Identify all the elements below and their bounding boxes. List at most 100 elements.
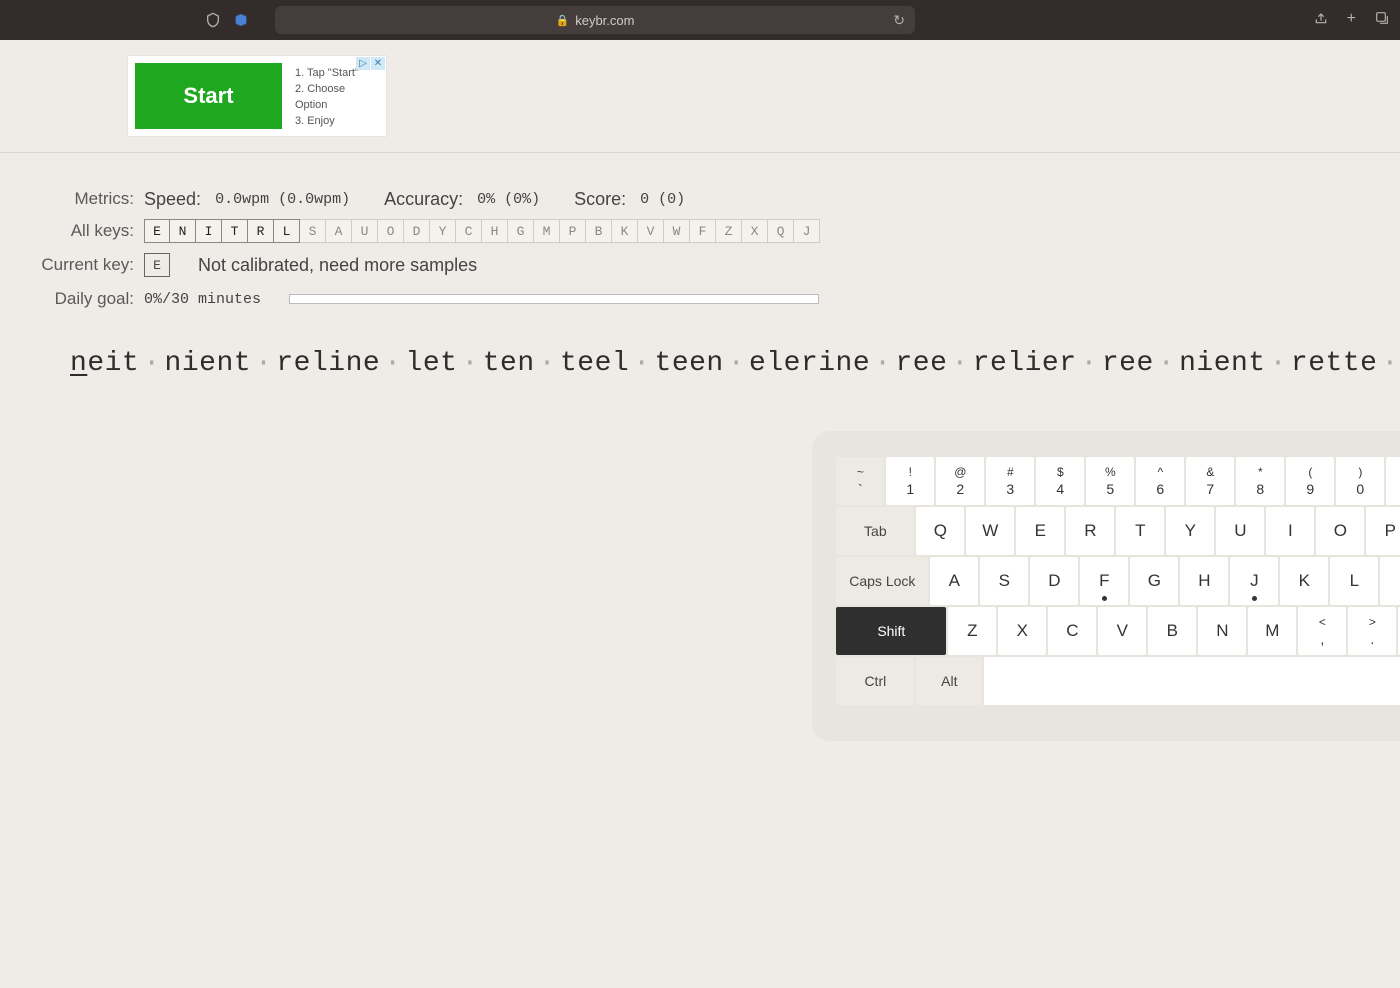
- key-indicator-h[interactable]: H: [482, 219, 508, 243]
- key-left-alt[interactable]: Alt: [916, 657, 982, 705]
- speed-value: 0.0wpm (0.0wpm): [215, 191, 350, 208]
- key-;[interactable]: :;: [1380, 557, 1400, 605]
- key-indicator-w[interactable]: W: [664, 219, 690, 243]
- ad-start-button[interactable]: Start: [135, 63, 282, 129]
- key-tab[interactable]: Tab: [836, 507, 914, 555]
- ad-box[interactable]: Start 1. Tap "Start" 2. Choose Option 3.…: [128, 56, 386, 136]
- key-1[interactable]: !1: [886, 457, 934, 505]
- browser-toolbar: 🔒 keybr.com ↻ +: [0, 0, 1400, 40]
- key-6[interactable]: ^6: [1136, 457, 1184, 505]
- new-tab-icon[interactable]: +: [1347, 10, 1356, 31]
- key-m[interactable]: M: [1248, 607, 1296, 655]
- key-7[interactable]: &7: [1186, 457, 1234, 505]
- key-x[interactable]: X: [998, 607, 1046, 655]
- key-t[interactable]: T: [1116, 507, 1164, 555]
- key-indicator-r[interactable]: R: [248, 219, 274, 243]
- key-indicator-v[interactable]: V: [638, 219, 664, 243]
- key-2[interactable]: @2: [936, 457, 984, 505]
- key-indicator-s[interactable]: S: [300, 219, 326, 243]
- url-bar[interactable]: 🔒 keybr.com ↻: [275, 6, 915, 34]
- key-4[interactable]: $4: [1036, 457, 1084, 505]
- key-z[interactable]: Z: [948, 607, 996, 655]
- key-.[interactable]: >.: [1348, 607, 1396, 655]
- key-indicator-i[interactable]: I: [196, 219, 222, 243]
- key-5[interactable]: %5: [1086, 457, 1134, 505]
- key-backtick[interactable]: ~`: [836, 457, 884, 505]
- accuracy-label: Accuracy:: [384, 189, 463, 210]
- key-indicator-n[interactable]: N: [170, 219, 196, 243]
- key-3[interactable]: #3: [986, 457, 1034, 505]
- key-g[interactable]: G: [1130, 557, 1178, 605]
- key-indicator-c[interactable]: C: [456, 219, 482, 243]
- key-indicator-l[interactable]: L: [274, 219, 300, 243]
- lock-icon: 🔒: [556, 14, 570, 27]
- key-indicator-x[interactable]: X: [742, 219, 768, 243]
- key-p[interactable]: P: [1366, 507, 1400, 555]
- key-h[interactable]: H: [1180, 557, 1228, 605]
- privacy-shield-icon[interactable]: [205, 12, 221, 28]
- accuracy-value: 0% (0%): [477, 191, 540, 208]
- key-l[interactable]: L: [1330, 557, 1378, 605]
- key-8[interactable]: *8: [1236, 457, 1284, 505]
- key-q[interactable]: Q: [916, 507, 964, 555]
- key-space[interactable]: [984, 657, 1400, 705]
- key-r[interactable]: R: [1066, 507, 1114, 555]
- key-s[interactable]: S: [980, 557, 1028, 605]
- key-,[interactable]: <,: [1298, 607, 1346, 655]
- key-indicator-o[interactable]: O: [378, 219, 404, 243]
- virtual-keyboard: ~`!1@2#3$4%5^6&7*8(9)0_-+=Backspace TabQ…: [812, 431, 1400, 741]
- score-label: Score:: [574, 189, 626, 210]
- key-b[interactable]: B: [1148, 607, 1196, 655]
- key-n[interactable]: N: [1198, 607, 1246, 655]
- key-e[interactable]: E: [1016, 507, 1064, 555]
- key-a[interactable]: A: [930, 557, 978, 605]
- key-0[interactable]: )0: [1336, 457, 1384, 505]
- key-c[interactable]: C: [1048, 607, 1096, 655]
- current-key-box: E: [144, 253, 170, 277]
- key-indicator-f[interactable]: F: [690, 219, 716, 243]
- ad-close-icon[interactable]: ✕: [371, 57, 385, 70]
- key-indicator-e[interactable]: E: [144, 219, 170, 243]
- key-w[interactable]: W: [966, 507, 1014, 555]
- share-icon[interactable]: [1313, 10, 1329, 31]
- key-indicator-u[interactable]: U: [352, 219, 378, 243]
- key-v[interactable]: V: [1098, 607, 1146, 655]
- key-i[interactable]: I: [1266, 507, 1314, 555]
- dailygoal-value: 0%/30 minutes: [144, 291, 261, 308]
- key-indicator-p[interactable]: P: [560, 219, 586, 243]
- key-indicator-y[interactable]: Y: [430, 219, 456, 243]
- key-indicator-z[interactable]: Z: [716, 219, 742, 243]
- key-capslock[interactable]: Caps Lock: [836, 557, 928, 605]
- key-f[interactable]: F: [1080, 557, 1128, 605]
- score-value: 0 (0): [640, 191, 685, 208]
- key-indicator-k[interactable]: K: [612, 219, 638, 243]
- key-indicator-j[interactable]: J: [794, 219, 820, 243]
- daily-goal-bar: [289, 294, 819, 304]
- refresh-icon[interactable]: ↻: [893, 12, 905, 29]
- key-u[interactable]: U: [1216, 507, 1264, 555]
- currentkey-label: Current key:: [0, 255, 144, 275]
- key-y[interactable]: Y: [1166, 507, 1214, 555]
- extension-icon[interactable]: [233, 12, 249, 28]
- adchoices-icon[interactable]: ▷: [356, 57, 370, 70]
- key-k[interactable]: K: [1280, 557, 1328, 605]
- allkeys-label: All keys:: [0, 221, 144, 241]
- key-indicator-b[interactable]: B: [586, 219, 612, 243]
- key-indicator-a[interactable]: A: [326, 219, 352, 243]
- key-indicator-d[interactable]: D: [404, 219, 430, 243]
- key--[interactable]: _-: [1386, 457, 1400, 505]
- key-indicator-m[interactable]: M: [534, 219, 560, 243]
- key-o[interactable]: O: [1316, 507, 1364, 555]
- key-indicator-g[interactable]: G: [508, 219, 534, 243]
- key-indicator-q[interactable]: Q: [768, 219, 794, 243]
- url-text: keybr.com: [575, 13, 634, 28]
- key-left-ctrl[interactable]: Ctrl: [836, 657, 914, 705]
- key-left-shift[interactable]: Shift: [836, 607, 946, 655]
- key-j[interactable]: J: [1230, 557, 1278, 605]
- dailygoal-label: Daily goal:: [0, 289, 144, 309]
- key-indicator-t[interactable]: T: [222, 219, 248, 243]
- lesson-text[interactable]: neit·nient·reline·let·ten·teel·teen·eler…: [0, 315, 1400, 405]
- key-9[interactable]: (9: [1286, 457, 1334, 505]
- tabs-overview-icon[interactable]: [1374, 10, 1390, 31]
- key-d[interactable]: D: [1030, 557, 1078, 605]
